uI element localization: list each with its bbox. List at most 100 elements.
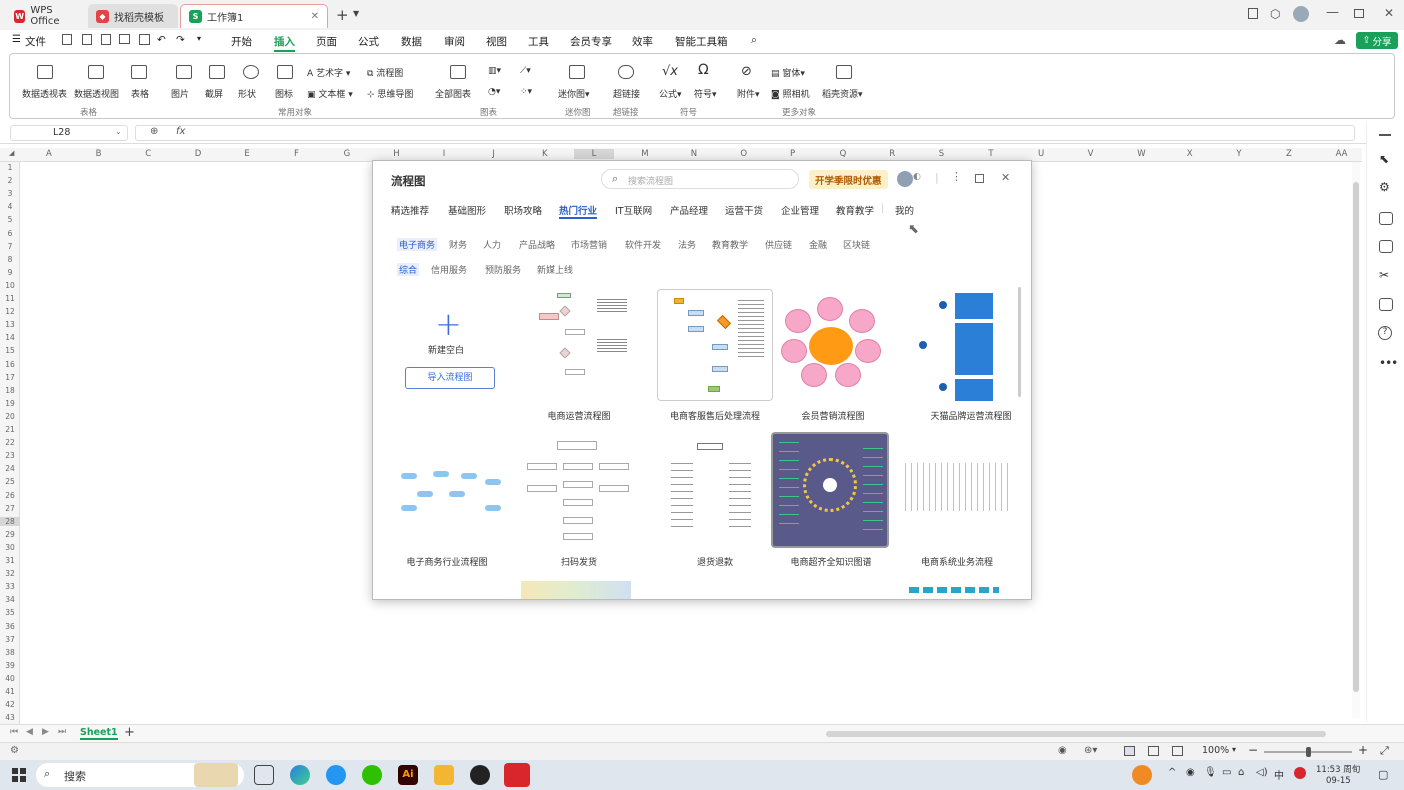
column-header[interactable]: Y xyxy=(1236,149,1241,159)
first-sheet-icon[interactable]: ⏮ xyxy=(10,727,18,737)
column-header[interactable]: Z xyxy=(1286,149,1292,159)
subcategory-item[interactable]: 信用服务 xyxy=(431,263,467,276)
restore-icon[interactable] xyxy=(1354,9,1364,18)
ribbon-screenshot[interactable]: 截屏 xyxy=(205,87,223,100)
browser-icon[interactable] xyxy=(326,765,346,785)
subcategory-item[interactable]: 市场营销 xyxy=(571,238,607,251)
ribbon-attachment[interactable]: 附件▾ xyxy=(737,87,760,100)
normal-view-icon[interactable] xyxy=(1124,746,1135,756)
column-header[interactable]: R xyxy=(889,149,895,159)
template-card[interactable] xyxy=(909,587,999,593)
row-header[interactable]: 40 xyxy=(0,674,20,683)
row-header[interactable]: 2 xyxy=(0,176,20,185)
redo-icon[interactable]: ↷ xyxy=(176,34,185,46)
dialog-avatar[interactable] xyxy=(897,171,913,187)
collapse-icon[interactable] xyxy=(1379,134,1391,136)
ribbon-camera[interactable]: ◙ 照相机 xyxy=(771,87,810,100)
subcategory-item[interactable]: 财务 xyxy=(449,238,467,251)
menu-file[interactable]: 文件 xyxy=(25,34,46,49)
row-header[interactable]: 23 xyxy=(0,451,20,460)
subcategory-item[interactable]: 产品战略 xyxy=(519,238,555,251)
row-header[interactable]: 3 xyxy=(0,189,20,198)
fx-icon[interactable]: fx xyxy=(176,126,185,137)
category-tab[interactable]: 企业管理 xyxy=(781,203,819,217)
row-header[interactable]: 27 xyxy=(0,504,20,513)
shield-icon[interactable]: ◐ xyxy=(913,172,921,182)
zoom-slider[interactable] xyxy=(1264,747,1352,757)
template-card[interactable] xyxy=(521,289,637,401)
row-header[interactable]: 5 xyxy=(0,215,20,224)
edge-icon[interactable] xyxy=(290,765,310,785)
task-view-icon[interactable] xyxy=(254,765,274,785)
battery-icon[interactable]: ▭ xyxy=(1222,767,1231,778)
windows-start-icon[interactable] xyxy=(12,768,26,782)
ribbon-pivot-table[interactable]: 数据透视表 xyxy=(22,87,67,100)
layout-icon[interactable] xyxy=(1248,8,1258,19)
row-header[interactable]: 14 xyxy=(0,333,20,342)
row-header[interactable]: 4 xyxy=(0,202,20,211)
scroll-thumb[interactable] xyxy=(1353,182,1359,692)
row-header[interactable]: 8 xyxy=(0,255,20,264)
row-header[interactable]: 12 xyxy=(0,307,20,316)
column-header[interactable]: T xyxy=(988,149,993,159)
row-header[interactable]: 24 xyxy=(0,464,20,473)
fullscreen-icon[interactable]: ⤢ xyxy=(1380,744,1389,758)
add-sheet-icon[interactable]: + xyxy=(124,725,135,740)
ime-indicator[interactable]: 中 xyxy=(1274,767,1284,782)
column-header[interactable]: X xyxy=(1187,149,1193,159)
save-icon[interactable] xyxy=(101,34,111,45)
row-header[interactable]: 21 xyxy=(0,425,20,434)
row-header[interactable]: 20 xyxy=(0,412,20,421)
column-header[interactable]: AA xyxy=(1336,149,1348,159)
help-icon[interactable]: ? xyxy=(1378,326,1392,340)
avatar[interactable] xyxy=(1293,6,1309,22)
volume-icon[interactable]: ◁) xyxy=(1256,767,1268,778)
last-sheet-icon[interactable]: ⏭ xyxy=(58,727,66,737)
menu-efficiency[interactable]: 效率 xyxy=(632,34,653,49)
row-header[interactable]: 6 xyxy=(0,229,20,238)
row-header[interactable]: 26 xyxy=(0,491,20,500)
network-icon[interactable]: ⌂ xyxy=(1238,767,1244,778)
select-icon[interactable]: ⬉ xyxy=(1379,152,1389,166)
chevron-down-icon[interactable]: ▾ xyxy=(1232,745,1236,754)
wps-taskbar-icon[interactable] xyxy=(504,763,530,787)
ribbon-formula[interactable]: 公式▾ xyxy=(659,87,682,100)
import-flowchart-button[interactable]: 导入流程图 xyxy=(405,367,495,389)
close-tab-icon[interactable]: ✕ xyxy=(311,11,319,22)
row-header[interactable]: 1 xyxy=(0,163,20,172)
column-header[interactable]: L xyxy=(573,149,615,159)
search-icon[interactable]: ⌕ xyxy=(751,34,757,47)
template-card[interactable] xyxy=(657,289,773,401)
new-blank-card[interactable]: + 新建空白 导入流程图 xyxy=(395,289,505,395)
subcategory-item[interactable]: 电子商务 xyxy=(397,238,438,251)
row-header[interactable]: 22 xyxy=(0,438,20,447)
clock-time[interactable]: 11:53 周旬 xyxy=(1316,763,1360,775)
row-header[interactable]: 17 xyxy=(0,373,20,382)
category-tab[interactable]: 基础图形 xyxy=(448,203,486,217)
more-icon[interactable]: ••• xyxy=(1379,356,1398,370)
row-header[interactable]: 13 xyxy=(0,320,20,329)
ribbon-symbol[interactable]: 符号▾ xyxy=(694,87,717,100)
menu-tools[interactable]: 工具 xyxy=(528,34,549,49)
image-edit-icon[interactable] xyxy=(1379,240,1393,253)
row-header[interactable]: 34 xyxy=(0,595,20,604)
row-header[interactable]: 43 xyxy=(0,713,20,722)
menu-formula[interactable]: 公式 xyxy=(358,34,379,49)
menu-data[interactable]: 数据 xyxy=(401,34,422,49)
zoom-level[interactable]: 100% xyxy=(1202,745,1229,756)
column-header[interactable]: N xyxy=(691,149,697,159)
ribbon-flowchart[interactable]: ⧉ 流程图 xyxy=(367,66,403,79)
mic-icon[interactable]: 🎙 xyxy=(1204,767,1217,778)
category-tab[interactable]: 职场攻略 xyxy=(504,203,542,217)
category-tab[interactable]: 我的 xyxy=(895,203,914,217)
scatter-chart-icon[interactable]: ⁘▾ xyxy=(520,87,532,97)
row-header[interactable]: 9 xyxy=(0,268,20,277)
row-header[interactable]: 29 xyxy=(0,530,20,539)
formula-input[interactable]: ⊕ fx xyxy=(135,125,1355,141)
clock-date[interactable]: 09-15 xyxy=(1326,776,1351,786)
row-header[interactable]: 18 xyxy=(0,386,20,395)
print-icon[interactable] xyxy=(119,34,130,44)
ribbon-all-charts[interactable]: 全部图表 xyxy=(435,87,471,100)
category-tab[interactable]: 热门行业 xyxy=(559,203,598,219)
row-header[interactable]: 19 xyxy=(0,399,20,408)
